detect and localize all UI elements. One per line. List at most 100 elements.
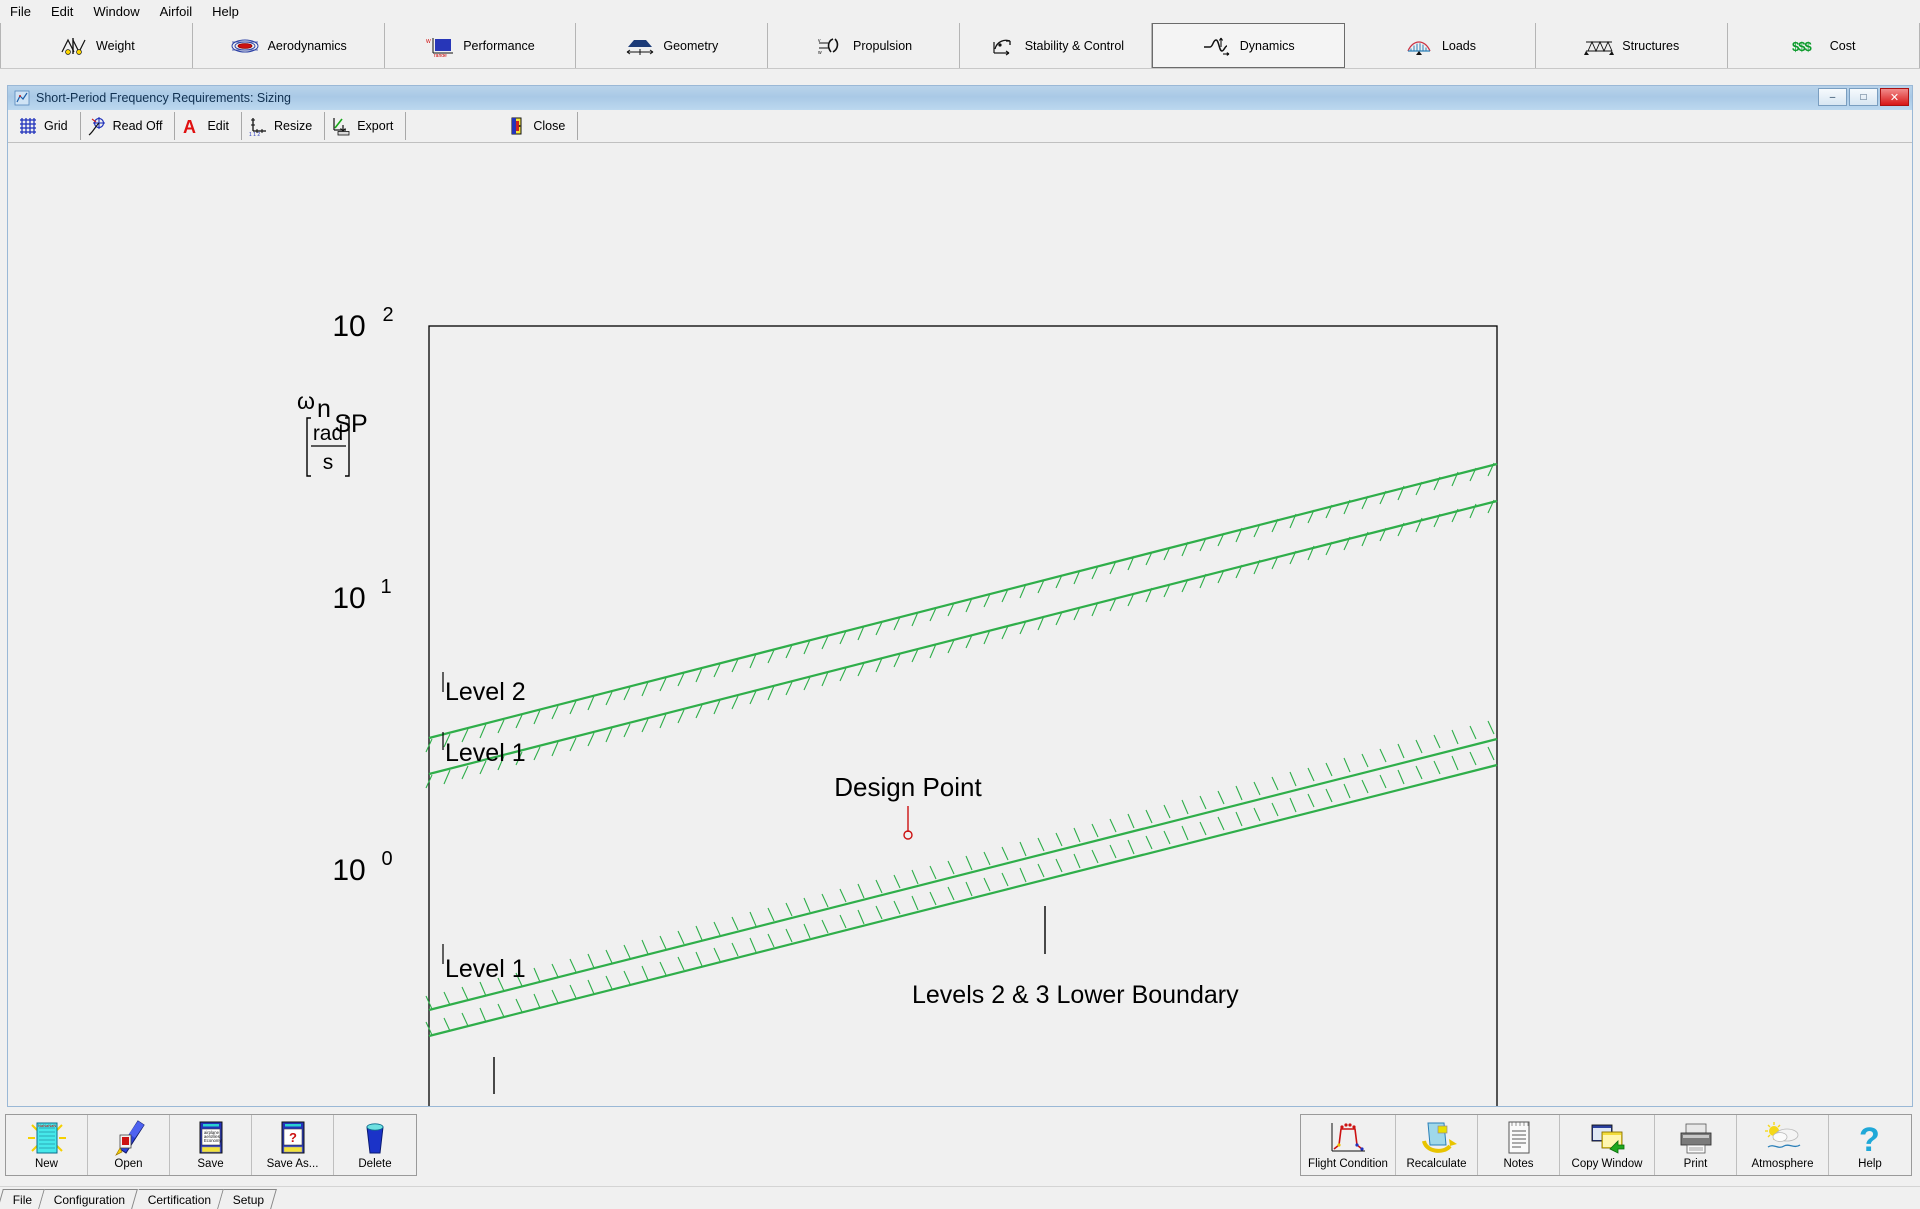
label-level1-lower: Level 1 [445,955,526,983]
toolbar-group-grid: Grid [12,112,81,140]
edit-button[interactable]: A Edit [175,112,241,140]
load-distribution-icon [1404,35,1434,57]
toolbar-group-export: Export [325,112,407,140]
y-tick-label-1-exp: 0 [381,848,392,870]
floppy-saveas-icon: ? [272,1119,314,1157]
export-button[interactable]: Export [325,112,405,140]
export-button-label: Export [357,119,394,133]
svg-text:W: W [426,39,431,45]
ribbon-label-dynamics: Dynamics [1239,38,1295,53]
module-ribbon: Weight Aerodynamics W range Performance [0,23,1920,69]
y-tick-label-2-exp: 1 [380,576,391,598]
flight-condition-button-label: Flight Condition [1308,1158,1388,1170]
ribbon-button-cost[interactable]: $$$ Cost [1728,23,1920,68]
tab-setup[interactable]: Setup [218,1189,278,1209]
new-button-label: New [34,1158,58,1170]
delete-button[interactable]: Delete [334,1115,416,1175]
open-folder-icon [108,1119,150,1157]
toolbar-group-resize: 1 1 2 Resize [242,112,326,140]
dollar-icon: $$$ [1792,35,1822,57]
letter-a-edit-icon: A [181,116,201,137]
help-question-icon: ? [1849,1119,1891,1159]
label-level1-upper: Level 1 [445,739,526,767]
ribbon-label-geometry: Geometry [663,38,719,53]
ribbon-button-weight[interactable]: Weight [0,23,193,68]
print-button-label: Print [1683,1158,1708,1170]
ribbon-button-propulsion[interactable]: v w Propulsion [768,23,960,68]
ribbon-button-performance[interactable]: W range Performance [384,23,577,68]
child-window-titlebar: Short-Period Frequency Requirements: Siz… [8,86,1912,110]
menu-item-file[interactable]: File [0,2,41,21]
grid-icon [18,116,38,136]
tab-certification-label: Certification [147,1192,211,1207]
trash-delete-icon [354,1119,396,1157]
ribbon-label-weight: Weight [96,38,135,53]
flight-condition-icon [1327,1119,1369,1157]
resize-button[interactable]: 1 1 2 Resize [242,112,324,140]
ribbon-button-dynamics[interactable]: Dynamics [1151,23,1345,68]
notes-button-label: Notes [1503,1158,1534,1170]
ribbon-button-aerodynamics[interactable]: Aerodynamics [192,23,385,68]
y-units-denominator: s [323,451,334,474]
tab-configuration[interactable]: Configuration [39,1189,139,1209]
oscillation-icon [1202,35,1232,57]
file-operations-group: NaNaNaN New Open airplane aerofiles Econ… [5,1114,417,1176]
tab-configuration-label: Configuration [54,1192,126,1207]
menu-item-airfoil[interactable]: Airfoil [150,2,203,21]
save-as-button[interactable]: ? Save As... [252,1115,334,1175]
open-button[interactable]: Open [88,1115,170,1175]
resize-button-label: Resize [273,119,313,133]
crosshair-readoff-icon [87,116,107,136]
door-exit-icon [507,116,527,136]
short-period-frequency-chart[interactable]: 10 2 10 1 10 0 10 -1 10 0 10 1 10 2 [8,144,1912,1106]
ribbon-button-geometry[interactable]: Geometry [576,23,769,68]
notes-icon [1498,1119,1540,1157]
svg-text:$$$: $$$ [1792,39,1812,54]
copy-window-button[interactable]: Copy Window [1560,1115,1655,1175]
analysis-tools-group: Flight Condition Recalculate Notes Copy … [1300,1114,1912,1176]
notes-button[interactable]: Notes [1478,1115,1560,1175]
minimize-button[interactable]: – [1818,88,1847,106]
flight-condition-button[interactable]: Flight Condition [1301,1115,1396,1175]
scale-icon [58,35,88,57]
plot-toolbar: Grid Read Off A Edit 1 1 2 Resize Export… [8,110,1912,143]
close-plot-button[interactable]: Close [501,112,577,140]
recalculate-button[interactable]: Recalculate [1396,1115,1478,1175]
airflow-icon [230,35,260,57]
svg-text:Economy: Economy [204,1138,222,1143]
plot-window-icon [14,90,30,106]
print-button[interactable]: Print [1655,1115,1737,1175]
ribbon-label-aerodynamics: Aerodynamics [267,38,347,53]
export-arrow-icon [331,116,351,136]
menu-item-edit[interactable]: Edit [41,2,83,21]
svg-text:?: ? [289,1130,297,1145]
ribbon-button-stability-control[interactable]: Stability & Control [959,23,1152,68]
maximize-button[interactable]: □ [1849,88,1878,106]
menu-item-help[interactable]: Help [202,2,249,21]
ribbon-label-structures: Structures [1622,38,1680,53]
close-window-button[interactable]: ✕ [1880,88,1909,106]
toolbar-group-close: Close [501,112,579,140]
floppy-save-icon: airplane aerofiles Economy [190,1119,232,1157]
ribbon-button-structures[interactable]: Structures [1536,23,1729,68]
label-levels23-lower: Levels 2 & 3 Lower Boundary [912,981,1239,1009]
tab-certification[interactable]: Certification [132,1189,224,1209]
save-button[interactable]: airplane aerofiles Economy Save [170,1115,252,1175]
svg-text:w: w [818,50,822,56]
svg-text:NaNaNaN: NaNaNaN [38,1123,56,1128]
menu-item-window[interactable]: Window [83,2,149,21]
printer-icon [1675,1119,1717,1157]
range-chart-icon: W range [425,35,455,59]
window-control-buttons: – □ ✕ [1818,88,1909,106]
grid-button[interactable]: Grid [12,112,80,140]
plot-canvas-area[interactable]: 10 2 10 1 10 0 10 -1 10 0 10 1 10 2 [8,144,1912,1106]
ribbon-label-performance: Performance [463,38,535,53]
help-button[interactable]: ? Help [1829,1115,1911,1175]
svg-text:?: ? [1859,1121,1880,1157]
tab-file[interactable]: File [0,1189,46,1209]
atmosphere-button[interactable]: Atmosphere [1737,1115,1829,1175]
new-button[interactable]: NaNaNaN New [6,1115,88,1175]
ribbon-button-loads[interactable]: Loads [1344,23,1537,68]
wing-span-icon [625,35,655,57]
read-off-button[interactable]: Read Off [81,112,175,140]
